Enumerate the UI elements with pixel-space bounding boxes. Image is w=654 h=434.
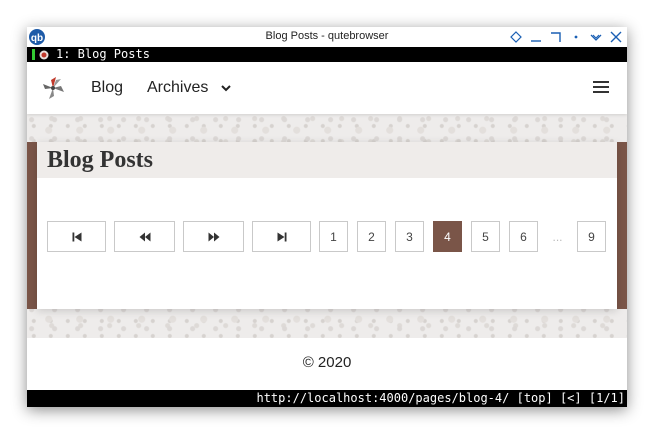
copyright-text: © 2020 [302,354,352,371]
site-navbar: Blog Archives [27,62,627,114]
tab-bar: 1: Blog Posts [27,47,627,62]
maximize-icon[interactable] [549,30,563,44]
previous-page-button[interactable] [114,221,175,252]
skip-first-icon [72,232,81,241]
sticky-icon[interactable] [509,30,523,44]
site-logo-icon[interactable] [39,75,67,101]
page-6-button[interactable]: 6 [509,221,538,252]
status-scroll: [top] [516,391,553,405]
hamburger-menu-icon[interactable] [593,81,609,95]
menu-dot-icon[interactable] [569,30,583,44]
title-bar: qb Blog Posts - qutebrowser [27,27,627,47]
chevron-down-icon[interactable] [220,82,232,94]
page-ellipsis: ... [543,221,572,252]
pagination: 1 2 3 4 5 6 ... 9 [47,221,609,252]
site-footer: © 2020 [27,338,627,390]
accent-bar-right [617,142,627,309]
rewind-icon [139,232,150,241]
shade-icon[interactable] [589,30,603,44]
accent-bar-left [27,142,37,309]
close-icon[interactable] [609,30,623,44]
web-content: Blog Archives Blog Posts 1 2 3 4 5 6 ...… [27,62,627,390]
page-1-button[interactable]: 1 [319,221,348,252]
status-bar: http://localhost:4000/pages/blog-4/ [top… [27,390,627,407]
status-tab-index: [1/1] [588,391,625,405]
window-controls [509,29,623,45]
tab-1[interactable]: 1: Blog Posts [56,47,150,62]
nav-blog-link[interactable]: Blog [91,79,123,97]
status-history: [<] [559,391,582,405]
page-3-button[interactable]: 3 [395,221,424,252]
status-url: http://localhost:4000/pages/blog-4/ [256,391,510,405]
page-title: Blog Posts [47,147,154,173]
nav-archives-dropdown[interactable]: Archives [147,79,208,97]
site-favicon-icon [39,50,49,60]
page-5-button[interactable]: 5 [471,221,500,252]
minimize-icon[interactable] [529,30,543,44]
content-card: Blog Posts 1 2 3 4 5 6 ... 9 [37,142,617,309]
fast-forward-icon [208,232,219,241]
last-page-button[interactable] [252,221,311,252]
page-2-button[interactable]: 2 [357,221,386,252]
first-page-button[interactable] [47,221,106,252]
status-text: http://localhost:4000/pages/blog-4/ [top… [256,390,625,407]
page-4-button-current[interactable]: 4 [433,221,462,252]
tab-load-indicator [32,49,35,60]
browser-window: qb Blog Posts - qutebrowser 1: Blog Post… [27,27,627,407]
next-page-button[interactable] [183,221,244,252]
skip-last-icon [277,232,286,241]
page-9-button[interactable]: 9 [577,221,606,252]
card-header: Blog Posts [37,142,617,178]
